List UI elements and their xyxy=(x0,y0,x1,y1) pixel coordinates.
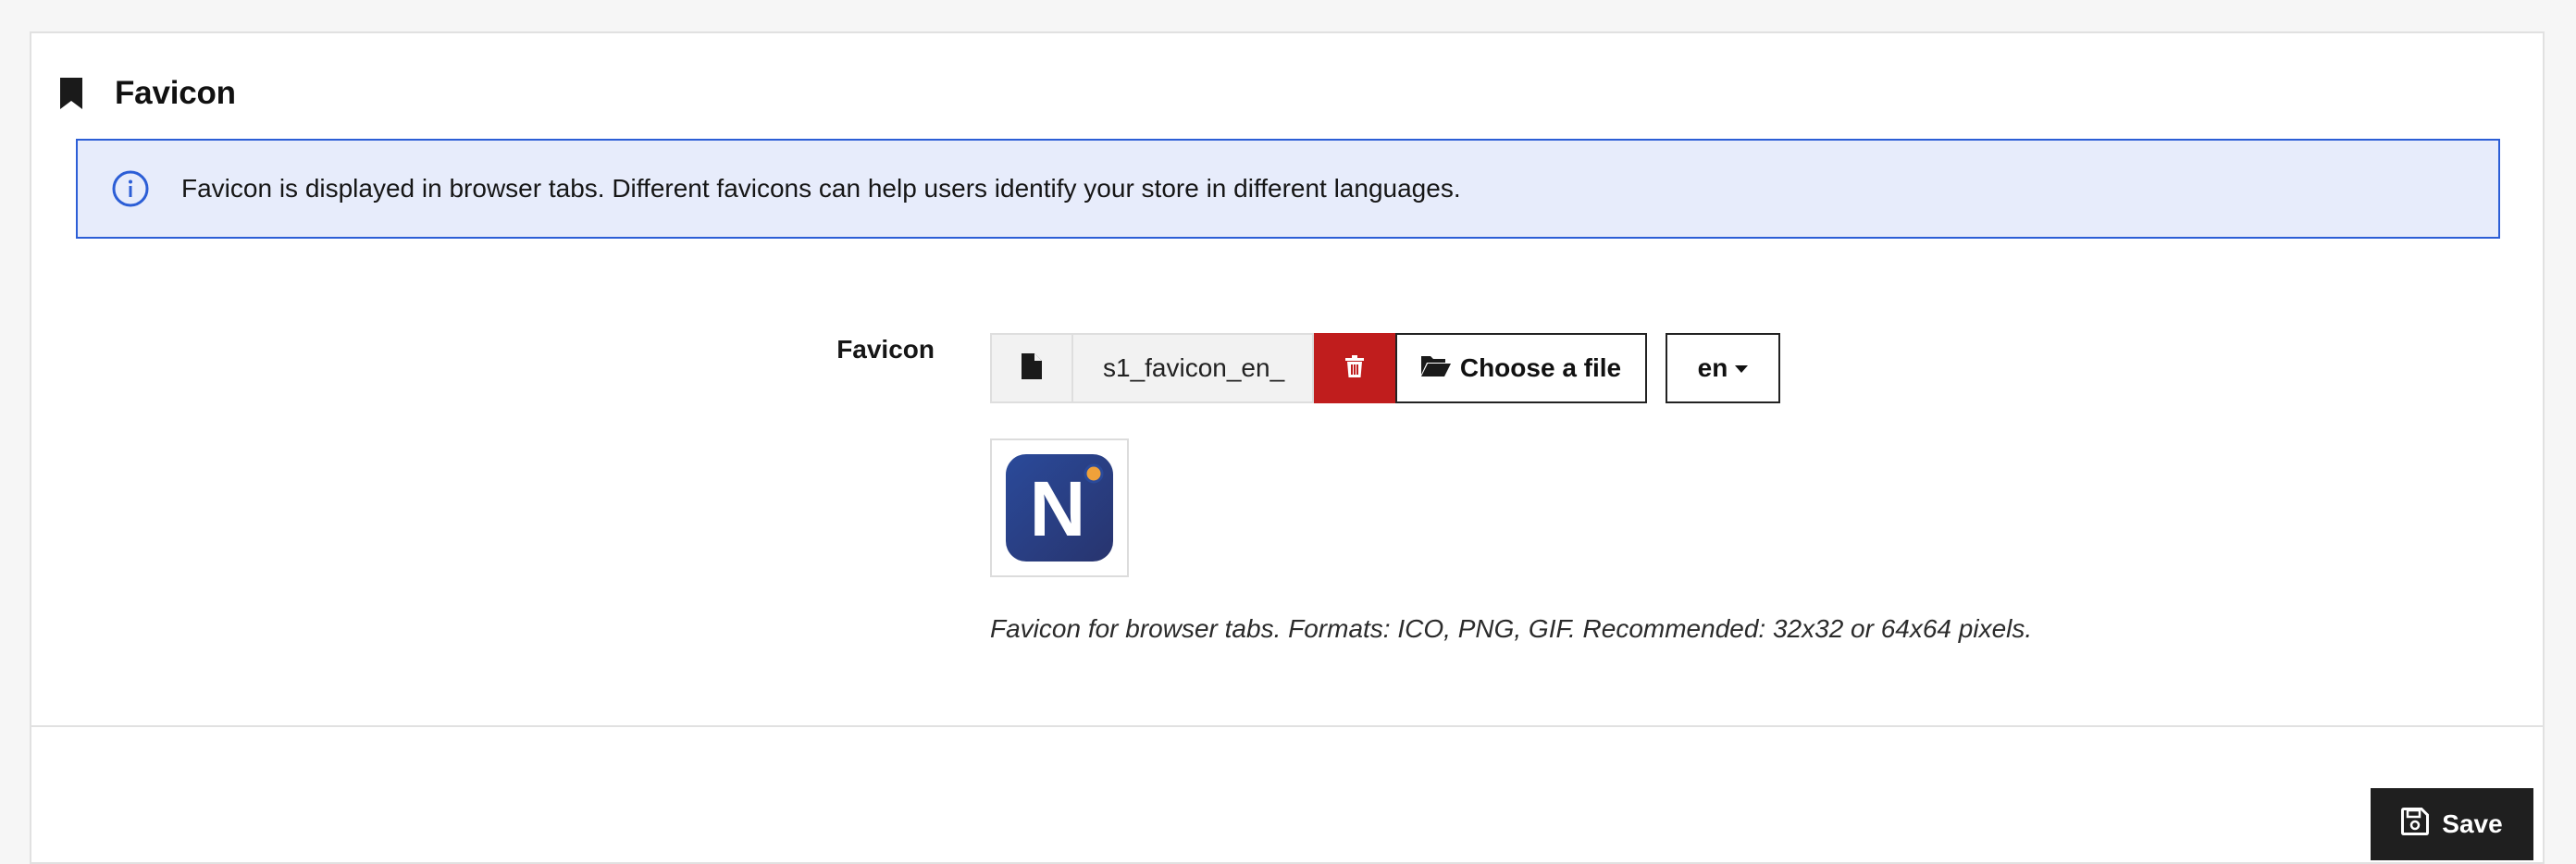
favicon-image: N xyxy=(1006,454,1113,562)
folder-open-icon xyxy=(1420,353,1460,383)
save-label: Save xyxy=(2442,809,2503,838)
file-icon-box xyxy=(990,333,1071,403)
info-text: Favicon is displayed in browser tabs. Di… xyxy=(181,174,1461,203)
favicon-field-label: Favicon xyxy=(836,335,935,364)
floppy-disk-icon xyxy=(2401,807,2442,842)
choose-file-button[interactable]: Choose a file xyxy=(1395,333,1647,403)
save-button[interactable]: Save xyxy=(2371,788,2533,860)
delete-file-button[interactable] xyxy=(1314,333,1395,403)
info-circle-icon xyxy=(111,169,150,208)
file-icon xyxy=(1022,352,1042,384)
favicon-preview: N xyxy=(990,438,1129,577)
choose-file-label: Choose a file xyxy=(1459,353,1622,382)
favicon-panel: Favicon Favicon is displayed in browser … xyxy=(30,31,2545,864)
favicon-letter: N xyxy=(1030,465,1086,552)
language-dropdown[interactable]: en xyxy=(1666,333,1780,403)
file-name-display: s1_favicon_en_ xyxy=(1071,333,1314,403)
panel-title: Favicon xyxy=(115,75,236,111)
trash-icon xyxy=(1345,354,1364,382)
panel-header: Favicon xyxy=(59,70,236,117)
language-value: en xyxy=(1697,353,1728,382)
footer-divider xyxy=(31,725,2543,727)
help-text: Favicon for browser tabs. Formats: ICO, … xyxy=(990,614,2033,643)
file-input-group: s1_favicon_en_ Choose a file xyxy=(990,333,1647,403)
caret-down-icon xyxy=(1735,365,1749,373)
bookmark-icon xyxy=(59,78,83,109)
info-alert: Favicon is displayed in browser tabs. Di… xyxy=(76,139,2500,239)
